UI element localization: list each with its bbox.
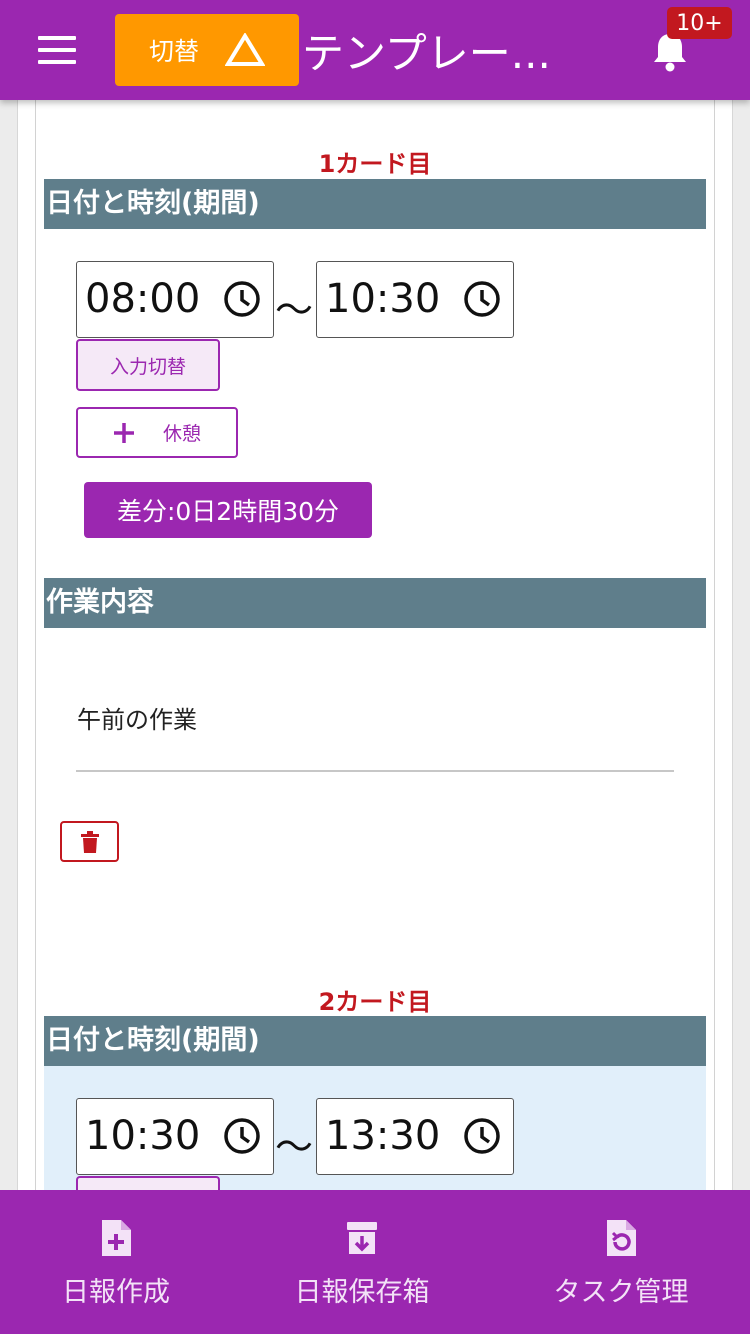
menu-icon[interactable] xyxy=(38,36,76,64)
notification-badge: 10+ xyxy=(667,7,732,39)
section-heading-datetime: 日付と時刻(期間) xyxy=(44,1016,706,1066)
nav-label: 日報作成 xyxy=(62,1277,170,1308)
switch-button[interactable]: 切替 xyxy=(115,14,299,86)
work-content-input[interactable]: 午前の作業 xyxy=(77,700,197,735)
start-time-field[interactable]: 08:00 xyxy=(76,261,274,338)
section-heading-datetime: 日付と時刻(期間) xyxy=(44,179,706,229)
end-time-value: 10:30 xyxy=(325,276,441,322)
nav-label: 日報保存箱 xyxy=(294,1277,430,1308)
plus-icon xyxy=(113,422,134,443)
delete-card-button[interactable] xyxy=(60,821,119,862)
input-toggle-label: 入力切替 xyxy=(109,355,186,378)
duration-diff-chip: 差分:0日2時間30分 xyxy=(84,482,372,538)
warning-triangle-icon xyxy=(225,33,265,66)
nav-report-archive[interactable]: 日報保存箱 xyxy=(282,1190,442,1334)
card-title: 1カード目 xyxy=(318,150,432,178)
switch-button-label: 切替 xyxy=(148,37,199,66)
trash-icon xyxy=(80,830,99,853)
time-range-separator: 〜 xyxy=(275,1125,314,1169)
nav-label: タスク管理 xyxy=(553,1277,689,1308)
time-range-separator: 〜 xyxy=(275,288,314,332)
archive-icon xyxy=(347,1222,377,1254)
file-plus-icon xyxy=(102,1220,131,1256)
input-underline xyxy=(76,770,674,772)
clock-icon xyxy=(464,281,500,317)
section-heading-work: 作業内容 xyxy=(44,578,706,628)
start-time-value: 08:00 xyxy=(85,276,201,322)
app-bar: 切替 テンプレー... 10+ xyxy=(0,0,750,100)
end-time-value: 13:30 xyxy=(325,1113,441,1159)
nav-task-management[interactable]: タスク管理 xyxy=(540,1190,702,1334)
add-break-button[interactable]: 休憩 xyxy=(76,407,238,458)
input-toggle-button[interactable]: 入力切替 xyxy=(76,339,220,391)
clock-icon xyxy=(464,1118,500,1154)
start-time-field[interactable]: 10:30 xyxy=(76,1098,274,1175)
duration-diff-label: 差分:0日2時間30分 xyxy=(116,497,340,526)
nav-create-report[interactable]: 日報作成 xyxy=(44,1190,188,1334)
clock-icon xyxy=(224,1118,260,1154)
end-time-field[interactable]: 10:30 xyxy=(316,261,514,338)
start-time-value: 10:30 xyxy=(85,1113,201,1159)
clock-icon xyxy=(224,281,260,317)
add-break-label: 休憩 xyxy=(162,423,201,445)
bottom-navigation: 日報作成 日報保存箱 タスク管理 xyxy=(0,1190,750,1334)
card-title: 2カード目 xyxy=(318,988,432,1016)
page-title: テンプレー... xyxy=(302,29,551,78)
file-restore-icon xyxy=(607,1220,636,1256)
end-time-field[interactable]: 13:30 xyxy=(316,1098,514,1175)
